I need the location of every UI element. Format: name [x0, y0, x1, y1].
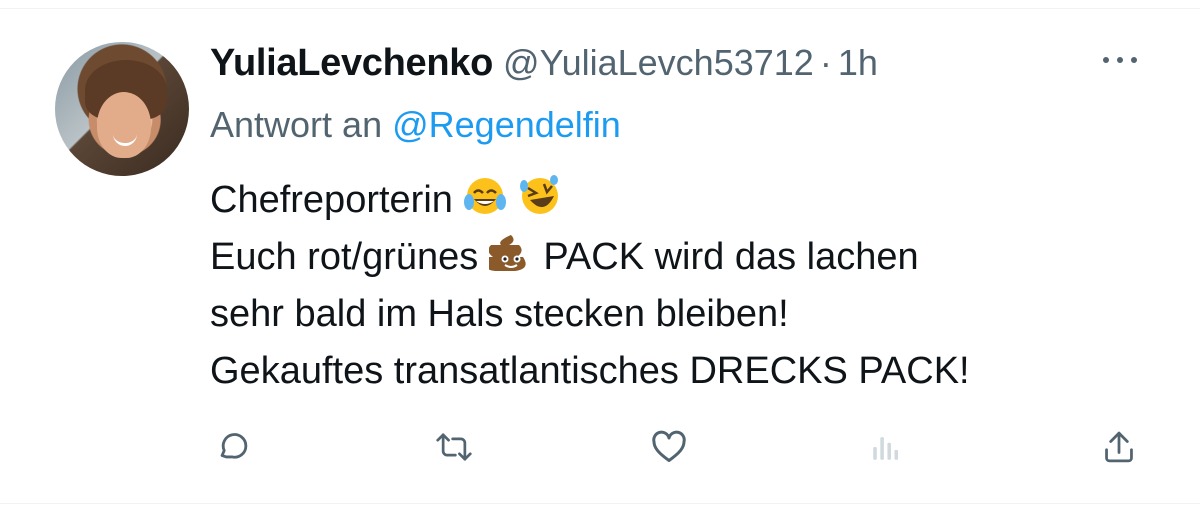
tweet-line-1: Chefreporterin: [210, 172, 1170, 229]
author-handle[interactable]: @YuliaLevch53712: [503, 42, 814, 84]
tweet-line-3: sehr bald im Hals stecken bleiben!: [210, 293, 789, 335]
tears-of-joy-emoji-icon: [464, 178, 507, 214]
top-divider: [0, 8, 1200, 9]
pile-of-poo-emoji-icon: [488, 235, 526, 271]
reply-context: Antwort an @Regendelfin: [210, 104, 621, 146]
bottom-divider: [0, 503, 1200, 504]
retweet-icon: [436, 433, 472, 461]
share-button[interactable]: [1097, 425, 1141, 469]
tweet-line-2-before: Euch rot/grünes: [210, 236, 479, 278]
reply-icon: [220, 433, 248, 459]
like-button[interactable]: [647, 425, 691, 469]
reply-button[interactable]: [210, 425, 254, 469]
share-icon: [1105, 431, 1133, 463]
tweet-line-2: Euch rot/grünes PACK wird das lachen: [210, 229, 1170, 286]
more-options-icon[interactable]: [1100, 50, 1140, 70]
tweet-line-2-after: PACK wird das lachen: [543, 236, 919, 278]
reply-mention-link[interactable]: @Regendelfin: [392, 104, 621, 145]
rolling-laughing-emoji-icon: [520, 175, 559, 214]
tweet-line-1-text: Chefreporterin: [210, 179, 453, 221]
retweet-button[interactable]: [432, 425, 476, 469]
like-icon: [652, 430, 686, 462]
tweet-text: Chefreporterin Euch rot/grünes PACK wird…: [210, 172, 1170, 400]
tweet-time[interactable]: 1h: [838, 42, 878, 84]
tweet-actions: [0, 425, 1200, 469]
tweet-line-4: Gekauftes transatlantisches DRECKS PACK!: [210, 350, 970, 392]
separator-dot: ·: [819, 42, 832, 83]
views-icon: [873, 437, 899, 460]
views-button[interactable]: [864, 425, 908, 469]
avatar[interactable]: [55, 42, 189, 176]
reply-prefix: Antwort an: [210, 104, 383, 145]
tweet-header: YuliaLevchenko @YuliaLevch53712 · 1h: [210, 38, 878, 88]
avatar-face: [97, 92, 151, 158]
author-name[interactable]: YuliaLevchenko: [210, 42, 493, 85]
